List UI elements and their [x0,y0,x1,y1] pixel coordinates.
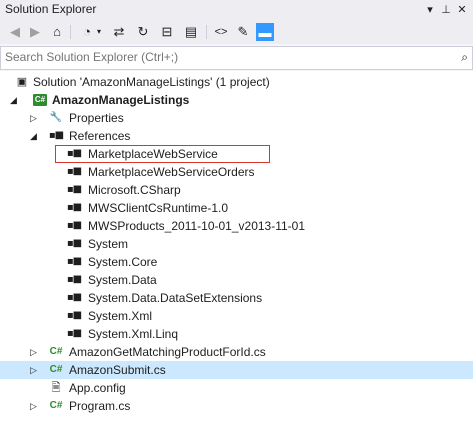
assembly-icon: ▪■ [66,184,82,195]
reference-item[interactable]: ▪■ MWSProducts_2011-10-01_v2013-11-01 [0,217,473,235]
file-label: AmazonSubmit.cs [69,363,166,377]
expanded-arrow-icon[interactable]: ◢ [10,92,20,108]
search-icon[interactable]: ⌕ [461,50,468,65]
solution-icon: ▣ [16,76,28,88]
expanded-arrow-icon[interactable]: ◢ [30,128,40,144]
reference-item[interactable]: ▪■ System [0,235,473,253]
reference-label: System.Core [88,255,158,269]
pin-icon[interactable]: ⊥ [439,2,453,18]
csharp-file-icon: C# [49,400,63,411]
toolbar: ◀ ▶ ⌂ ◔ ▾ ⇄ ↻ ⊟ ▤ <> ✎ ▬ [0,20,473,44]
file-label: Program.cs [69,399,131,413]
assembly-icon: ▪■ [66,166,82,177]
reference-item[interactable]: ▪■ System.Xml.Linq [0,325,473,343]
reference-item[interactable]: ▪■ System.Xml [0,307,473,325]
reference-label: System.Xml [88,309,153,323]
reference-item[interactable]: ▪■ Microsoft.CSharp [0,181,473,199]
reference-item[interactable]: ▪■ System.Core [0,253,473,271]
preview-selected-icon[interactable]: ▬ [256,23,274,41]
assembly-icon: ▪■ [66,310,82,321]
search-box[interactable]: ⌕ [0,46,473,70]
chevron-down-icon[interactable]: ▾ [94,23,104,41]
toolbar-separator [206,25,207,39]
wrench-icon: 🔧 [49,112,63,123]
reference-label: MWSClientCsRuntime-1.0 [88,201,229,215]
csharp-file-icon: C# [49,346,63,357]
tree-item-solution[interactable]: ▣ Solution 'AmazonManageListings' (1 pro… [0,73,473,91]
properties-label: Properties [69,111,124,125]
project-label: AmazonManageListings [52,93,190,107]
tree-item-file[interactable]: ▷ C# Program.cs [0,397,473,415]
show-all-files-icon[interactable]: ▤ [182,23,200,41]
solution-label: Solution 'AmazonManageListings' (1 proje… [33,75,270,89]
collapsed-arrow-icon[interactable]: ▷ [30,362,40,378]
collapsed-arrow-icon[interactable]: ▷ [30,344,40,360]
reference-label: System [88,237,129,251]
back-icon[interactable]: ◀ [6,23,24,41]
references-icon: ▪■ [48,130,64,141]
reference-label: System.Xml.Linq [88,327,179,341]
assembly-icon: ▪■ [66,256,82,267]
window-position-icon[interactable]: ▾ [423,2,437,18]
assembly-icon: ▪■ [66,274,82,285]
solution-tree: ▣ Solution 'AmazonManageListings' (1 pro… [0,71,473,442]
assembly-icon: ▪■ [66,220,82,231]
collapse-all-icon[interactable]: ⊟ [158,23,176,41]
assembly-icon: ▪■ [66,238,82,249]
view-code-icon[interactable]: <> [212,23,230,41]
toolbar-separator [70,25,71,39]
home-icon[interactable]: ⌂ [48,23,66,41]
sync-icon[interactable]: ⇄ [110,23,128,41]
tree-item-file[interactable]: ▷ C# AmazonSubmit.cs [0,361,473,379]
reference-item[interactable]: ▪■ System.Data [0,271,473,289]
reference-item[interactable]: ▪■ System.Data.DataSetExtensions [0,289,473,307]
assembly-icon: ▪■ [66,292,82,303]
highlight-box [55,145,270,163]
tree-item-file[interactable]: 🗎 App.config [0,379,473,397]
window-title: Solution Explorer [5,2,97,16]
file-label: AmazonGetMatchingProductForId.cs [69,345,266,359]
file-label: App.config [69,381,126,395]
reference-label: System.Data [88,273,157,287]
refresh-icon[interactable]: ↻ [134,23,152,41]
reference-label: MarketplaceWebServiceOrders [88,165,255,179]
tree-item-file[interactable]: ▷ C# AmazonGetMatchingProductForId.cs [0,343,473,361]
tree-item-project[interactable]: ◢ C# AmazonManageListings [0,91,473,109]
title-bar: Solution Explorer ▾ ⊥ ✕ [0,0,473,20]
reference-label: MWSProducts_2011-10-01_v2013-11-01 [88,219,306,233]
properties-icon[interactable]: ✎ [234,23,252,41]
forward-icon[interactable]: ▶ [26,23,44,41]
tree-item-references[interactable]: ◢ ▪■ References [0,127,473,145]
config-file-icon: 🗎 [51,382,61,394]
collapsed-arrow-icon[interactable]: ▷ [30,398,40,414]
reference-item[interactable]: ▪■ MarketplaceWebServiceOrders [0,163,473,181]
csharp-project-icon: C# [33,94,47,106]
tree-item-properties[interactable]: ▷ 🔧 Properties [0,109,473,127]
search-input[interactable] [5,49,445,65]
csharp-file-icon: C# [49,364,63,375]
reference-item[interactable]: ▪■ MWSClientCsRuntime-1.0 [0,199,473,217]
references-label: References [69,129,131,143]
reference-label: System.Data.DataSetExtensions [88,291,263,305]
assembly-icon: ▪■ [66,328,82,339]
close-icon[interactable]: ✕ [455,2,469,18]
reference-label: Microsoft.CSharp [88,183,181,197]
assembly-icon: ▪■ [66,202,82,213]
collapsed-arrow-icon[interactable]: ▷ [30,110,40,126]
